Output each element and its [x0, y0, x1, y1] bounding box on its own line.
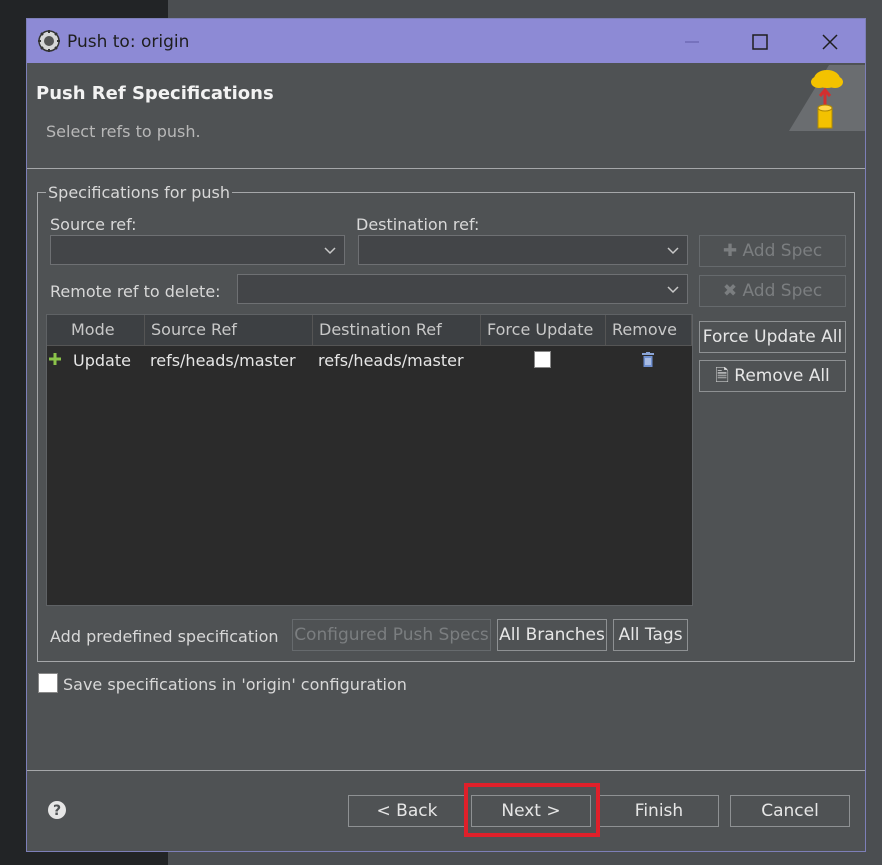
add-delete-spec-label: Add Spec [742, 281, 823, 301]
column-header-destination-ref[interactable]: Destination Ref [313, 315, 481, 345]
plus-icon [49, 353, 61, 365]
configured-push-specs-button[interactable]: Configured Push Specs [292, 619, 491, 651]
save-config-checkbox[interactable] [38, 673, 58, 693]
document-icon: 🗎 [715, 366, 735, 386]
predefined-spec-label: Add predefined specification [50, 627, 279, 646]
specifications-group: Specifications for push Source ref: Dest… [37, 183, 855, 662]
column-header-force-update[interactable]: Force Update [481, 315, 606, 345]
add-spec-button[interactable]: ✚ Add Spec [699, 235, 846, 267]
next-button-highlight [464, 783, 600, 837]
add-delete-spec-button[interactable]: ✖ Add Spec [699, 275, 846, 307]
source-ref-combo[interactable] [50, 235, 345, 265]
all-tags-button[interactable]: All Tags [613, 619, 688, 651]
save-config-label: Save specifications in 'origin' configur… [63, 675, 407, 694]
source-ref-label: Source ref: [50, 215, 137, 234]
maximize-icon[interactable] [747, 29, 773, 55]
group-legend: Specifications for push [46, 183, 233, 202]
header-separator [27, 168, 865, 169]
minimize-icon[interactable] [679, 29, 705, 55]
all-tags-label: All Tags [618, 625, 683, 645]
close-icon[interactable] [817, 29, 843, 55]
trash-icon[interactable] [642, 352, 654, 367]
add-spec-label: Add Spec [742, 241, 823, 261]
page-subtitle: Select refs to push. [46, 122, 201, 141]
eclipse-gear-icon [38, 30, 60, 52]
title-bar: Push to: origin [27, 19, 865, 63]
destination-ref-label: Destination ref: [356, 215, 480, 234]
page-title: Push Ref Specifications [36, 83, 274, 104]
spec-table[interactable]: Mode Source Ref Destination Ref Force Up… [46, 314, 693, 606]
row-mode: Update [73, 351, 131, 370]
push-cloud-icon [789, 65, 865, 131]
wizard-header: Push Ref Specifications Select refs to p… [27, 63, 865, 169]
remove-all-label: Remove All [734, 366, 830, 386]
window-title: Push to: origin [67, 32, 190, 52]
chevron-down-icon [667, 286, 679, 294]
back-label: < Back [376, 801, 438, 821]
column-header-remove[interactable]: Remove [606, 315, 692, 345]
column-header-source-ref[interactable]: Source Ref [145, 315, 313, 345]
svg-text:?: ? [53, 803, 61, 819]
configured-push-specs-label: Configured Push Specs [294, 625, 489, 645]
cancel-button[interactable]: Cancel [730, 795, 850, 827]
delete-x-icon: ✖ [722, 281, 743, 301]
chevron-down-icon [324, 247, 336, 255]
remote-delete-label: Remote ref to delete: [50, 282, 221, 301]
column-header-mode[interactable]: Mode [47, 315, 145, 345]
table-header: Mode Source Ref Destination Ref Force Up… [47, 315, 692, 346]
all-branches-button[interactable]: All Branches [497, 619, 607, 651]
plus-icon: ✚ [722, 241, 743, 261]
row-destination-ref: refs/heads/master [318, 351, 464, 370]
remove-all-button[interactable]: 🗎 Remove All [699, 360, 846, 392]
footer-separator [27, 770, 865, 771]
help-icon[interactable]: ? [47, 800, 67, 820]
force-update-checkbox[interactable] [534, 351, 551, 368]
row-source-ref: refs/heads/master [150, 351, 296, 370]
remote-delete-combo[interactable] [237, 274, 688, 304]
chevron-down-icon [667, 247, 679, 255]
finish-label: Finish [634, 801, 684, 821]
force-update-all-button[interactable]: Force Update All [699, 321, 846, 353]
finish-button[interactable]: Finish [599, 795, 719, 827]
back-button[interactable]: < Back [348, 795, 466, 827]
destination-ref-combo[interactable] [358, 235, 688, 265]
push-dialog: Push to: origin Push Ref Specifications … [26, 18, 866, 852]
force-update-all-label: Force Update All [702, 327, 843, 347]
cancel-label: Cancel [761, 801, 819, 821]
all-branches-label: All Branches [499, 625, 605, 645]
